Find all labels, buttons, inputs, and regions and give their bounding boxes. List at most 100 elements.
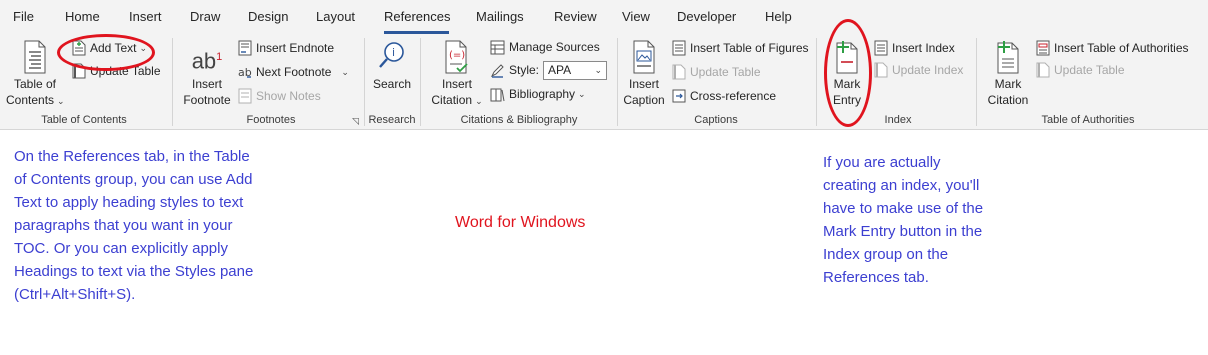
ribbon: Table of Contents ⌄ Add Text ⌄ Update Tabl… bbox=[0, 19, 1208, 130]
tab-insert[interactable]: Insert bbox=[129, 9, 162, 24]
note-left-line: Text to apply heading styles to text bbox=[14, 194, 244, 211]
update-table-of-figures-label: Update Table bbox=[690, 65, 761, 79]
insert-caption-button[interactable]: Insert Caption bbox=[620, 40, 668, 108]
group-separator bbox=[617, 38, 618, 126]
group-label-research: Research bbox=[368, 114, 416, 126]
insert-index-label: Insert Index bbox=[892, 41, 955, 55]
tab-layout[interactable]: Layout bbox=[316, 9, 355, 24]
insert-footnote-label-1: Insert bbox=[191, 77, 222, 91]
note-left-line: On the References tab, in the Table bbox=[14, 148, 250, 165]
footnote-icon: ab1 bbox=[178, 40, 236, 74]
insert-citation-label-2: Citation bbox=[431, 93, 473, 107]
group-separator bbox=[364, 38, 365, 126]
table-of-contents-button[interactable]: Table of Contents ⌄ bbox=[6, 40, 65, 109]
note-right-line: Index group on the bbox=[823, 246, 949, 263]
style-pen-icon bbox=[490, 63, 504, 78]
insert-table-of-authorities-button[interactable]: Insert Table of Authorities bbox=[1036, 38, 1189, 58]
style-control: Style: APA ⌄ bbox=[490, 60, 608, 80]
insert-footnote-button[interactable]: ab1 Insert Footnote bbox=[178, 40, 236, 108]
insert-citation-icon: (=) bbox=[445, 40, 468, 74]
group-label-captions: Captions bbox=[694, 114, 738, 126]
insert-index-button[interactable]: Insert Index bbox=[874, 38, 955, 58]
update-table-of-figures-button[interactable]: Update Table bbox=[672, 62, 761, 82]
next-footnote-label: Next Footnote bbox=[256, 65, 332, 79]
cross-reference-button[interactable]: Cross-reference bbox=[672, 86, 776, 106]
cross-reference-label: Cross-reference bbox=[690, 89, 777, 103]
manage-sources-button[interactable]: Manage Sources bbox=[490, 37, 600, 57]
group-separator bbox=[172, 38, 173, 126]
show-notes-button[interactable]: Show Notes bbox=[238, 86, 321, 106]
bibliography-label: Bibliography bbox=[509, 87, 576, 101]
group-label-citations-bibliography: Citations & Bibliography bbox=[460, 114, 578, 126]
ribbon-tab-bar: File Home Insert Draw Design Layout Refe… bbox=[0, 0, 1208, 34]
group-separator bbox=[976, 38, 977, 126]
style-label: Style: bbox=[509, 63, 540, 77]
update-index-button[interactable]: Update Index bbox=[874, 60, 963, 80]
chevron-down-icon: ⌄ bbox=[57, 96, 65, 106]
note-left-line: (Ctrl+Alt+Shift+S). bbox=[14, 286, 136, 303]
tab-view[interactable]: View bbox=[622, 9, 650, 24]
insert-table-of-figures-label: Insert Table of Figures bbox=[690, 41, 809, 55]
note-left-line: paragraphs that you want in your bbox=[14, 217, 233, 234]
insert-footnote-label-2: Footnote bbox=[183, 93, 231, 107]
tab-review[interactable]: Review bbox=[554, 9, 597, 24]
show-notes-icon bbox=[238, 88, 252, 104]
insert-citation-button[interactable]: (=) Insert Citation ⌄ bbox=[426, 40, 488, 109]
annotation-circle-mark-entry bbox=[824, 19, 872, 127]
table-of-contents-icon bbox=[24, 40, 46, 74]
citation-style-select[interactable]: APA ⌄ bbox=[543, 60, 608, 80]
update-table-of-authorities-button[interactable]: Update Table bbox=[1036, 60, 1125, 80]
chevron-down-icon: ⌄ bbox=[578, 88, 586, 99]
table-of-authorities-icon bbox=[1036, 40, 1050, 56]
search-icon: i bbox=[379, 42, 404, 68]
tab-developer[interactable]: Developer bbox=[677, 9, 736, 24]
update-table-icon bbox=[1036, 62, 1050, 78]
tab-references[interactable]: References bbox=[384, 9, 450, 24]
mark-citation-icon bbox=[997, 41, 1019, 74]
next-footnote-icon: ab bbox=[238, 66, 252, 79]
mark-citation-label-1: Mark bbox=[994, 77, 1022, 91]
update-index-label: Update Index bbox=[892, 63, 964, 77]
chevron-down-icon[interactable]: ⌄ bbox=[341, 67, 349, 78]
group-label-table-of-contents: Table of Contents bbox=[41, 114, 127, 126]
annotation-circle-add-text bbox=[57, 34, 155, 71]
note-right: If you are actually creating an index, y… bbox=[823, 151, 1043, 289]
manage-sources-label: Manage Sources bbox=[509, 40, 600, 54]
note-right-line: Mark Entry button in the bbox=[823, 223, 983, 240]
tab-draw[interactable]: Draw bbox=[190, 9, 220, 24]
search-button[interactable]: i Search bbox=[368, 40, 416, 92]
bibliography-icon bbox=[490, 88, 505, 101]
table-of-contents-label-2: Contents bbox=[6, 93, 55, 107]
citation-style-value: APA bbox=[548, 63, 572, 77]
mark-citation-label-2: Citation bbox=[987, 93, 1029, 107]
group-separator bbox=[420, 38, 421, 126]
next-footnote-button[interactable]: ab Next Footnote ⌄ bbox=[238, 62, 349, 82]
note-center: Word for Windows bbox=[455, 214, 586, 231]
group-label-footnotes: Footnotes bbox=[246, 114, 296, 126]
note-left: On the References tab, in the Table of C… bbox=[14, 145, 304, 306]
insert-table-of-figures-button[interactable]: Insert Table of Figures bbox=[672, 38, 809, 58]
note-left-line: Headings to text via the Styles pane bbox=[14, 263, 254, 280]
mark-citation-button[interactable]: Mark Citation bbox=[982, 40, 1034, 108]
bibliography-button[interactable]: Bibliography ⌄ bbox=[490, 84, 586, 104]
group-label-table-of-authorities: Table of Authorities bbox=[1041, 114, 1135, 126]
tab-mailings[interactable]: Mailings bbox=[476, 9, 524, 24]
tab-design[interactable]: Design bbox=[248, 9, 288, 24]
group-separator bbox=[816, 38, 817, 126]
search-label: Search bbox=[372, 77, 412, 91]
note-left-line: of Contents group, you can use Add bbox=[14, 171, 253, 188]
update-index-icon bbox=[874, 62, 888, 78]
table-of-contents-label-1: Table of bbox=[13, 77, 57, 91]
svg-text:(=): (=) bbox=[449, 50, 465, 61]
insert-endnote-button[interactable]: Insert Endnote bbox=[238, 38, 334, 58]
tab-file[interactable]: File bbox=[13, 9, 34, 24]
show-notes-label: Show Notes bbox=[256, 89, 321, 103]
chevron-down-icon: ⌄ bbox=[475, 96, 483, 106]
footnote-superscript: 1 bbox=[216, 51, 223, 63]
note-right-line: References tab. bbox=[823, 269, 929, 286]
cross-reference-icon bbox=[672, 89, 686, 103]
chevron-down-icon: ⌄ bbox=[594, 64, 603, 75]
tab-home[interactable]: Home bbox=[65, 9, 100, 24]
dialog-launcher-icon[interactable]: ◹ bbox=[352, 116, 359, 127]
tab-help[interactable]: Help bbox=[765, 9, 792, 24]
